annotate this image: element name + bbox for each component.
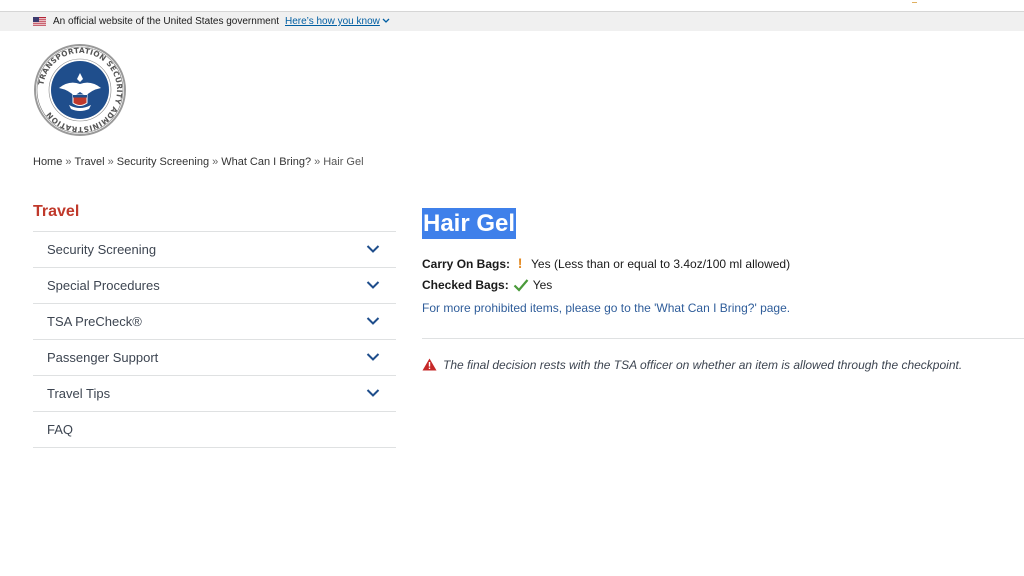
- sidebar-item-tsa-precheck[interactable]: TSA PreCheck®: [33, 304, 396, 340]
- sidebar-item-security-screening[interactable]: Security Screening: [33, 232, 396, 268]
- carry-on-label: Carry On Bags:: [422, 257, 511, 271]
- breadcrumb-separator: »: [212, 156, 219, 168]
- sidebar-item-label: Special Procedures: [47, 278, 160, 293]
- tsa-seal-logo[interactable]: TRANSPORTATION SECURITY ADMINISTRATION: [33, 43, 127, 137]
- breadcrumb-security-screening[interactable]: Security Screening: [117, 156, 209, 168]
- carry-on-row: Carry On Bags:! Yes (Less than or equal t…: [422, 255, 790, 271]
- sidebar-item-label: TSA PreCheck®: [47, 314, 142, 329]
- gov-banner-text: An official website of the United States…: [53, 16, 280, 27]
- sidebar-item-faq[interactable]: FAQ: [33, 412, 396, 448]
- sidebar-item-label: Security Screening: [47, 242, 157, 257]
- heres-how-you-know-link[interactable]: Here’s how you know: [285, 12, 380, 31]
- checkmark-icon: [513, 279, 529, 292]
- us-flag-icon: [33, 17, 46, 26]
- exclamation-icon: !: [517, 255, 523, 271]
- breadcrumb-what-can-i-bring[interactable]: What Can I Bring?: [221, 156, 311, 168]
- disclaimer: The final decision rests with the TSA of…: [422, 358, 962, 372]
- warning-icon: [422, 358, 437, 371]
- page-title: Hair Gel: [422, 208, 517, 239]
- breadcrumb-travel[interactable]: Travel: [74, 156, 104, 168]
- content-divider: [422, 338, 1024, 339]
- chevron-down-icon[interactable]: [382, 18, 390, 24]
- breadcrumb-separator: »: [65, 156, 72, 168]
- sidebar-item-travel-tips[interactable]: Travel Tips: [33, 376, 396, 412]
- chevron-down-icon[interactable]: [366, 244, 380, 254]
- breadcrumb-home[interactable]: Home: [33, 156, 62, 168]
- sidebar-title[interactable]: Travel: [33, 203, 79, 221]
- sidebar-item-label: Travel Tips: [47, 386, 111, 401]
- chevron-down-icon[interactable]: [366, 316, 380, 326]
- checked-bags-value: Yes: [532, 278, 553, 292]
- gov-banner: An official website of the United States…: [0, 12, 1024, 31]
- checked-bags-label: Checked Bags:: [422, 278, 509, 292]
- breadcrumb-separator: »: [314, 156, 321, 168]
- breadcrumb-current: Hair Gel: [323, 156, 364, 168]
- chevron-down-icon[interactable]: [366, 352, 380, 362]
- carry-on-value: Yes (Less than or equal to 3.4oz/100 ml …: [531, 257, 791, 271]
- decorative-mark: [912, 2, 917, 3]
- what-can-i-bring-link[interactable]: For more prohibited items, please go to …: [422, 301, 790, 315]
- sidebar-nav: Security Screening Special Procedures TS…: [33, 231, 396, 448]
- chevron-down-icon[interactable]: [366, 388, 380, 398]
- breadcrumb: Home» Travel» Security Screening» What Can …: [33, 156, 364, 168]
- disclaimer-text: The final decision rests with the TSA of…: [443, 358, 963, 372]
- chevron-down-icon[interactable]: [366, 280, 380, 290]
- checked-bags-row: Checked Bags: Yes: [422, 278, 552, 292]
- sidebar-item-label: Passenger Support: [47, 350, 159, 365]
- breadcrumb-separator: »: [107, 156, 114, 168]
- sidebar-item-passenger-support[interactable]: Passenger Support: [33, 340, 396, 376]
- sidebar-item-label: FAQ: [47, 422, 74, 437]
- sidebar-item-special-procedures[interactable]: Special Procedures: [33, 268, 396, 304]
